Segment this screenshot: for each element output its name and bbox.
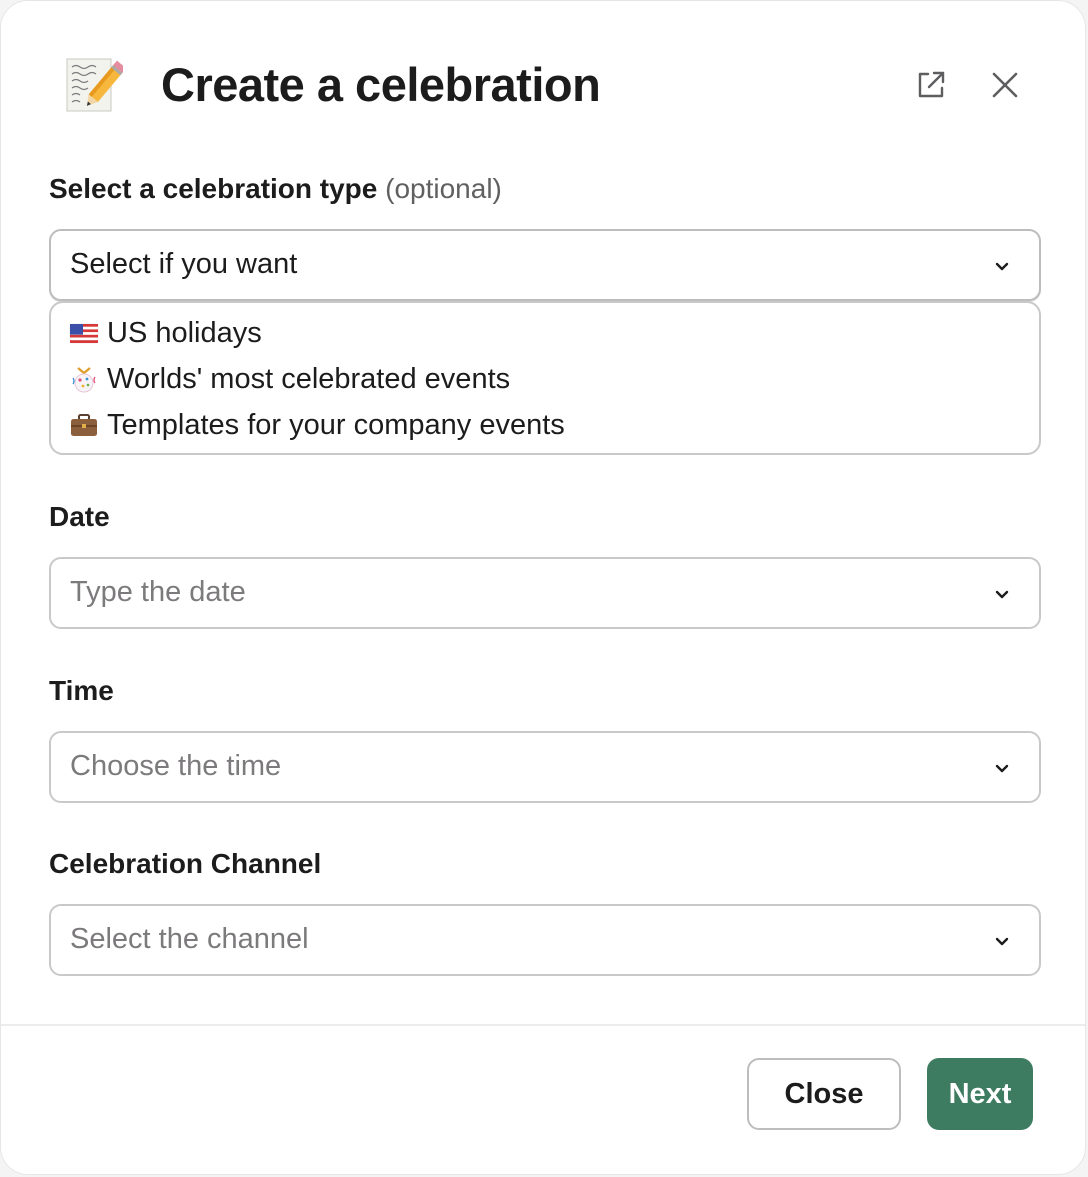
time-placeholder: Choose the time: [70, 750, 282, 782]
briefcase-icon: [69, 410, 99, 440]
celebration-type-label: Select a celebration type (optional): [49, 173, 502, 205]
celebration-type-value: Select if you want: [70, 248, 298, 280]
celebration-type-select[interactable]: Select if you want: [49, 229, 1041, 301]
channel-select[interactable]: Select the channel: [49, 904, 1041, 976]
option-label: US holidays: [107, 316, 262, 349]
modal-header: Create a celebration: [1, 1, 1085, 171]
create-celebration-modal: Create a celebration Select a celebratio…: [0, 0, 1086, 1175]
time-select[interactable]: Choose the time: [49, 731, 1041, 803]
channel-placeholder: Select the channel: [70, 923, 309, 955]
optional-hint: (optional): [385, 173, 502, 204]
celebration-type-label-text: Select a celebration type: [49, 173, 378, 204]
close-button[interactable]: Close: [747, 1058, 901, 1130]
celebration-type-dropdown: US holidays Worlds' most celebrated even…: [49, 301, 1041, 455]
chevron-down-icon: [993, 585, 1011, 603]
date-select[interactable]: Type the date: [49, 557, 1041, 629]
date-label: Date: [49, 501, 110, 532]
memo-pencil-icon: [63, 55, 127, 115]
option-company-templates[interactable]: Templates for your company events: [69, 405, 565, 445]
option-us-holidays[interactable]: US holidays: [69, 313, 262, 353]
footer-divider: [1, 1024, 1085, 1026]
time-label: Time: [49, 675, 114, 706]
chevron-down-icon: [993, 257, 1011, 275]
external-link-icon: [914, 68, 948, 107]
chevron-down-icon: [993, 759, 1011, 777]
date-placeholder: Type the date: [70, 576, 246, 608]
option-label: Worlds' most celebrated events: [107, 362, 511, 395]
option-world-events[interactable]: Worlds' most celebrated events: [69, 359, 510, 399]
channel-label: Celebration Channel: [49, 848, 322, 879]
close-modal-button[interactable]: [985, 67, 1025, 107]
modal-title: Create a celebration: [161, 58, 601, 111]
close-icon: [990, 70, 1020, 105]
us-flag-icon: [69, 318, 99, 348]
next-button[interactable]: Next: [927, 1058, 1033, 1130]
popout-button[interactable]: [911, 67, 951, 107]
confetti-ball-icon: [69, 364, 99, 394]
chevron-down-icon: [993, 932, 1011, 950]
option-label: Templates for your company events: [107, 408, 565, 441]
